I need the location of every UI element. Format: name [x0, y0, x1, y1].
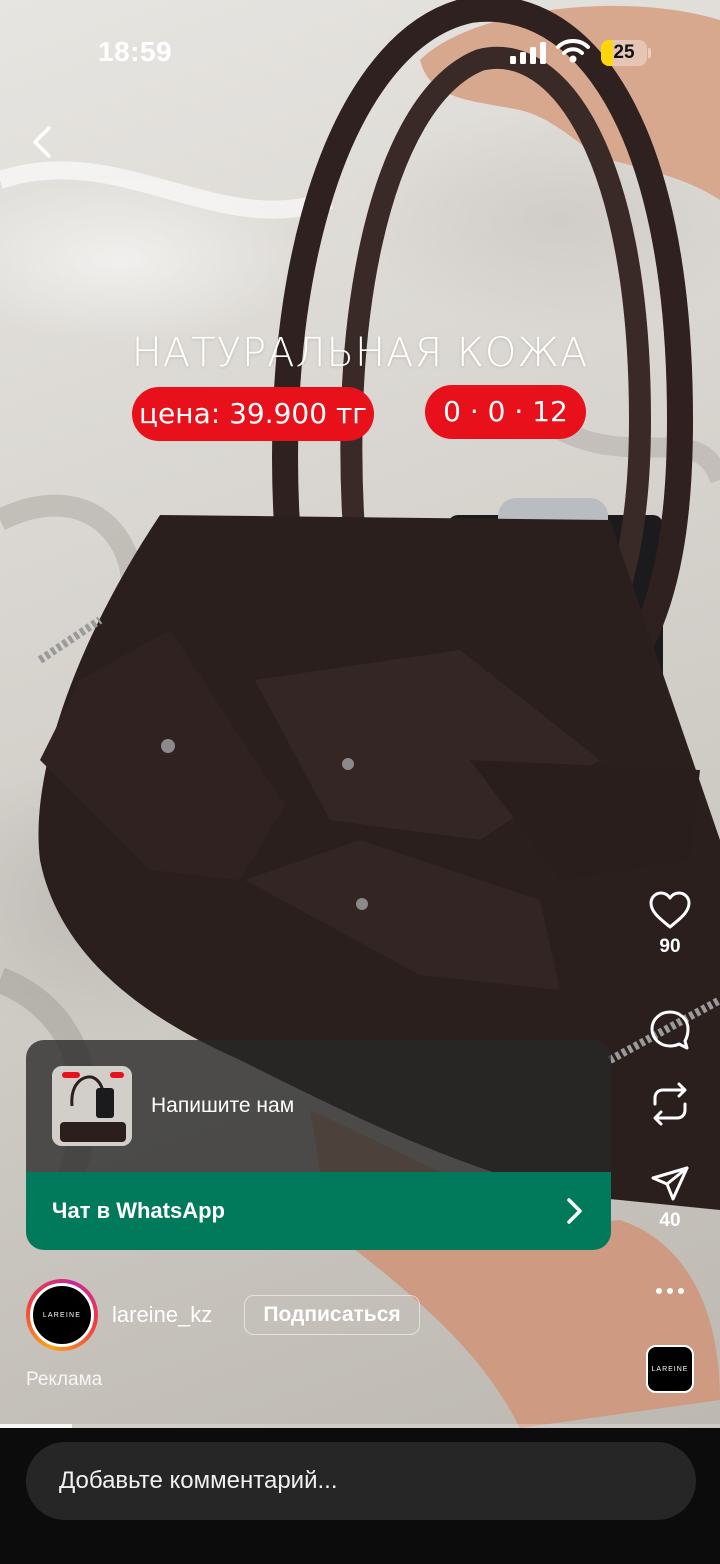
heart-icon — [649, 891, 691, 929]
more-options-button[interactable] — [640, 1286, 700, 1296]
ellipsis-icon — [656, 1288, 684, 1294]
ad-card-header[interactable]: Напишите нам — [26, 1040, 611, 1172]
ad-card[interactable]: Напишите нам Чат в WhatsApp — [26, 1040, 611, 1250]
avatar-text: LAREINE — [42, 1311, 82, 1319]
ad-thumbnail-image — [52, 1066, 132, 1146]
status-bar: 18:59 25 — [0, 0, 720, 100]
chevron-right-icon — [567, 1198, 582, 1224]
battery-indicator: 25 — [601, 40, 651, 66]
countdown-badge: 0 · 0 · 12 — [425, 385, 586, 439]
shares-count: 40 — [659, 1210, 681, 1231]
author-username[interactable]: lareine_kz — [112, 1302, 212, 1328]
avatar: LAREINE — [30, 1283, 94, 1347]
comment-button[interactable] — [640, 1008, 700, 1050]
audio-thumbnail[interactable]: LAREINE — [646, 1345, 694, 1393]
like-button[interactable]: 90 — [640, 890, 700, 958]
back-button[interactable] — [22, 120, 62, 164]
repost-icon — [653, 1082, 687, 1126]
video-headline: НАТУРАЛЬНАЯ КОЖА — [131, 330, 589, 376]
share-button[interactable]: 40 — [640, 1164, 700, 1232]
battery-cap — [648, 48, 651, 58]
sponsored-label: Реклама — [26, 1369, 103, 1390]
audio-thumbnail-text: LAREINE — [651, 1365, 689, 1373]
price-badge: цена: 39.900 тг — [132, 387, 374, 441]
battery-level: 25 — [613, 42, 635, 63]
repost-button[interactable] — [640, 1080, 700, 1128]
paper-plane-icon — [651, 1166, 689, 1201]
comment-input[interactable] — [26, 1442, 696, 1520]
wifi-icon — [556, 39, 590, 63]
author-avatar[interactable]: LAREINE — [26, 1279, 98, 1351]
whatsapp-chat-button[interactable]: Чат в WhatsApp — [26, 1172, 611, 1250]
likes-count: 90 — [659, 936, 681, 957]
whatsapp-chat-label: Чат в WhatsApp — [52, 1198, 225, 1223]
status-time: 18:59 — [98, 36, 173, 67]
follow-button[interactable]: Подписаться — [244, 1295, 420, 1335]
chevron-left-icon — [33, 126, 51, 158]
ad-thumbnail — [52, 1066, 132, 1146]
speech-bubble-icon — [650, 1010, 690, 1050]
cellular-signal-icon — [510, 42, 546, 64]
ad-title: Напишите нам — [151, 1094, 295, 1117]
comment-bar — [0, 1428, 720, 1564]
battery-body: 25 — [601, 40, 647, 66]
